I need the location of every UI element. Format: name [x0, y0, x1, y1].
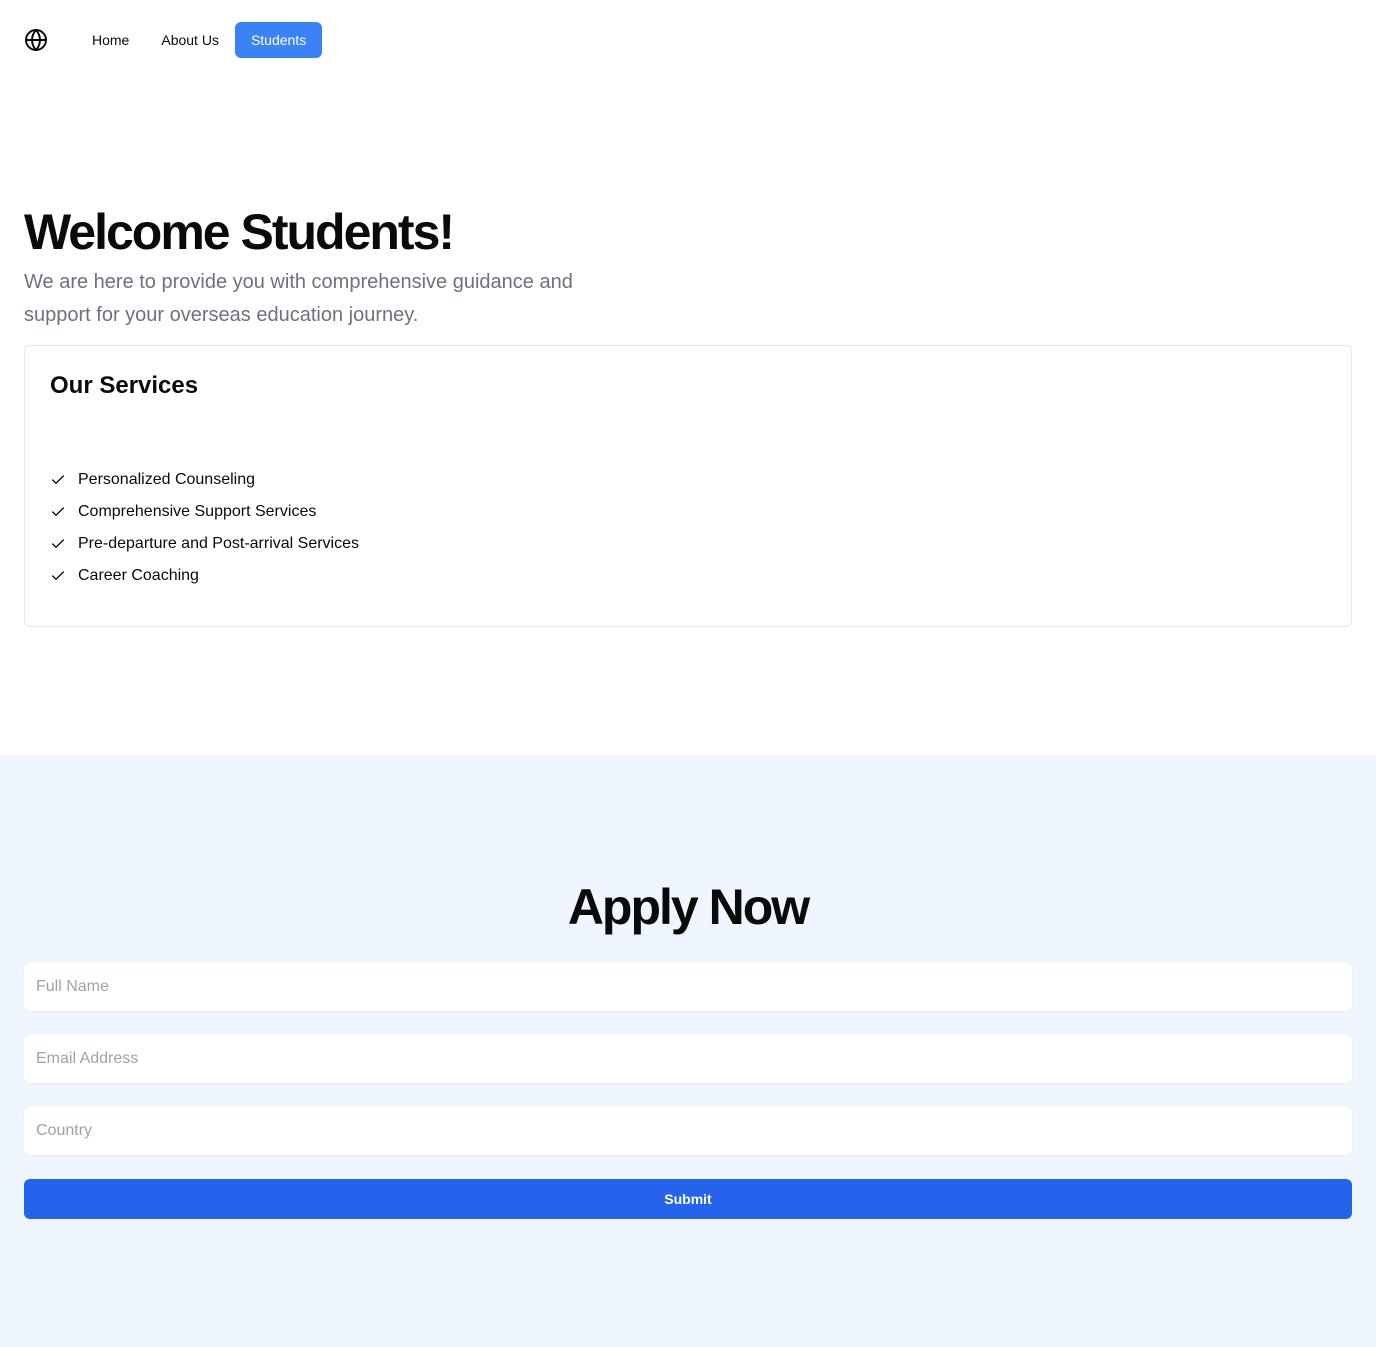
list-item: Pre-departure and Post-arrival Services [50, 528, 359, 560]
nav-link-home[interactable]: Home [76, 22, 145, 58]
nav-link-about-us[interactable]: About Us [145, 22, 235, 58]
services-title: Our Services [50, 372, 199, 399]
hero-subtitle: We are here to provide you with comprehe… [24, 271, 573, 326]
service-label: Pre-departure and Post-arrival Services [78, 535, 360, 552]
services-list: Personalized Counseling Comprehensive Su… [50, 464, 359, 592]
nav-link-students[interactable]: Students [234, 22, 323, 58]
service-label: Comprehensive Support Services [78, 503, 317, 520]
email-field[interactable] [24, 1035, 1352, 1083]
list-item: Comprehensive Support Services [50, 496, 359, 528]
check-icon [50, 504, 66, 520]
submit-button[interactable]: Submit [24, 1179, 1352, 1219]
list-item: Personalized Counseling [50, 464, 359, 496]
full-name-field[interactable] [24, 963, 1352, 1011]
globe-icon[interactable] [24, 28, 48, 52]
apply-section: Apply Now Submit [0, 755, 1376, 1347]
page-title: Welcome Students! [24, 204, 455, 260]
service-label: Personalized Counseling [78, 471, 255, 488]
top-nav: Home About Us Students [24, 22, 323, 58]
list-item: Career Coaching [50, 560, 359, 592]
services-card: Our Services Personalized Counseling Com… [24, 345, 1352, 627]
service-label: Career Coaching [78, 567, 199, 584]
hero-section: Welcome Students! We are here to provide… [24, 200, 1352, 332]
country-field[interactable] [24, 1107, 1352, 1155]
check-icon [50, 472, 66, 488]
check-icon [50, 536, 66, 552]
check-icon [50, 568, 66, 584]
apply-title: Apply Now [567, 879, 810, 935]
